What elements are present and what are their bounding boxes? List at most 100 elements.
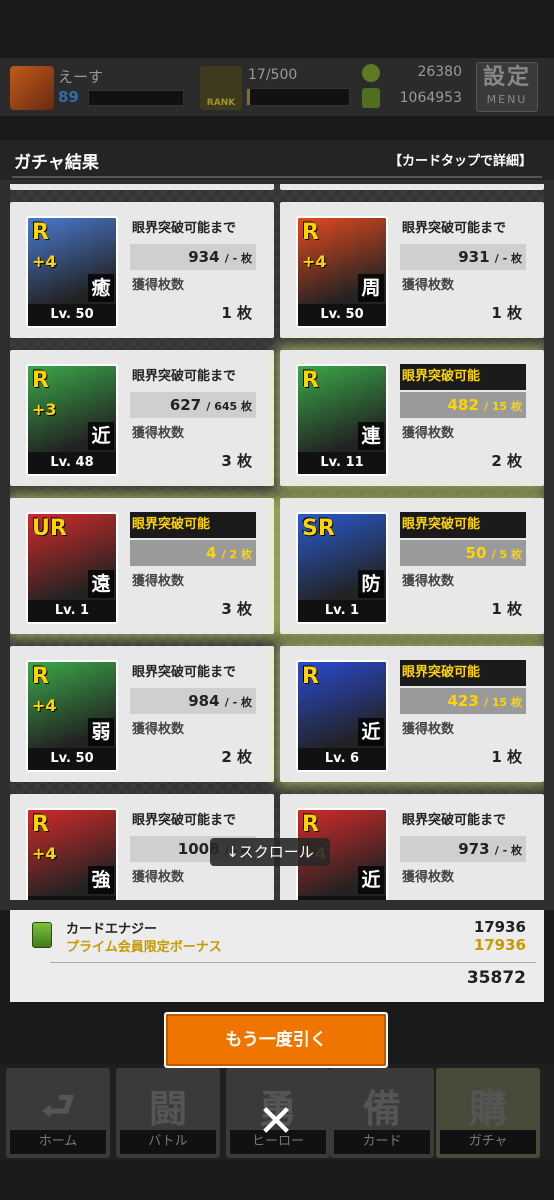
type-badge: 近 [358, 866, 384, 894]
panel-hint: 【カードタップで詳細】 [388, 154, 532, 169]
rank-progress-bar [246, 88, 350, 106]
nav-label: バトル [120, 1130, 216, 1154]
type-badge: 連 [358, 422, 384, 450]
limit-break-label: 眼界突破可能 [130, 512, 256, 538]
menu-kanji: 設定 [482, 65, 531, 90]
progress-limit: / - 枚 [494, 844, 522, 857]
type-badge: 周 [358, 274, 384, 302]
rarity-badge: R [302, 220, 319, 245]
nav-item[interactable]: 闘バトル [116, 1068, 220, 1158]
obtained-count: 1 枚 [491, 600, 522, 618]
card-level [298, 896, 386, 900]
limit-break-progress: 423 / 15 枚 [400, 688, 526, 714]
rarity-badge: R [32, 220, 49, 245]
avatar[interactable] [10, 66, 54, 110]
result-card[interactable]: R +4 癒 Lv. 50 眼界突破可能まで 934 / - 枚獲得枚数 1 枚 [10, 202, 274, 338]
type-badge: 防 [358, 570, 384, 598]
card-level: Lv. 50 [28, 304, 116, 326]
exp-bar [88, 90, 184, 106]
nav-icon: 闘 [148, 1087, 187, 1131]
draw-again-button[interactable]: もう一度引く [164, 1012, 388, 1068]
result-card[interactable]: SR 防 Lv. 1 眼界突破可能 50 / 5 枚獲得枚数 1 枚 [280, 498, 544, 634]
limit-break-progress: 934 / - 枚 [130, 244, 256, 270]
progress-value: 931 [458, 248, 490, 266]
result-card[interactable]: R 連 Lv. 11 眼界突破可能 482 / 15 枚獲得枚数 2 枚 [280, 350, 544, 486]
rank-label: RANK [206, 98, 236, 108]
type-badge: 弱 [88, 718, 114, 746]
nav-icon: 備 [362, 1087, 401, 1131]
nav-label: カード [334, 1130, 430, 1154]
menu-button[interactable]: 設定 MENU [476, 62, 538, 112]
obtained-label: 獲得枚数 [132, 574, 185, 589]
rarity-badge: UR [32, 516, 67, 541]
type-badge: 近 [358, 718, 384, 746]
plus-badge: +4 [32, 252, 57, 271]
panel-header: ガチャ結果 【カードタップで詳細】 [0, 140, 554, 180]
limit-break-progress: 482 / 15 枚 [400, 392, 526, 418]
card-art: UR 遠 Lv. 1 [26, 512, 118, 624]
obtained-label: 獲得枚数 [132, 870, 185, 885]
obtained-label: 獲得枚数 [402, 574, 455, 589]
result-card[interactable]: UR 遠 Lv. 1 眼界突破可能 4 / 2 枚獲得枚数 3 枚 [10, 498, 274, 634]
card-art: R 近 Lv. 6 [296, 660, 388, 772]
progress-limit: / - 枚 [224, 696, 252, 709]
card-level [28, 896, 116, 900]
limit-break-progress: 627 / 645 枚 [130, 392, 256, 418]
result-card[interactable] [10, 184, 274, 190]
progress-limit: / 645 枚 [206, 400, 252, 413]
card-level: Lv. 1 [298, 600, 386, 622]
obtained-label: 獲得枚数 [402, 870, 455, 885]
obtained-count: 1 枚 [221, 304, 252, 322]
result-card[interactable]: R +4 弱 Lv. 50 眼界突破可能まで 984 / - 枚獲得枚数 2 枚 [10, 646, 274, 782]
progress-limit: / 5 枚 [491, 548, 522, 561]
type-badge: 強 [88, 866, 114, 894]
rarity-badge: R [302, 664, 319, 689]
result-card[interactable]: R 近 Lv. 6 眼界突破可能 423 / 15 枚獲得枚数 1 枚 [280, 646, 544, 782]
divider [12, 176, 542, 178]
progress-value: 934 [188, 248, 220, 266]
progress-value: 50 [465, 544, 487, 562]
progress-limit: / 2 枚 [221, 548, 252, 561]
obtained-label: 獲得枚数 [402, 278, 455, 293]
limit-break-label: 眼界突破可能まで [132, 813, 237, 828]
result-card[interactable] [280, 184, 544, 190]
progress-value: 973 [458, 840, 490, 858]
progress-value: 627 [169, 396, 202, 414]
player-name: えーす [58, 68, 104, 86]
nav-label: ホーム [10, 1130, 106, 1154]
card-energy-icon [32, 922, 52, 948]
close-icon[interactable]: ✕ [252, 1098, 300, 1146]
gacha-result-panel: ガチャ結果 【カードタップで詳細】 R +4 癒 Lv. 50 眼界突破可能まで 934 … [0, 140, 554, 910]
rank-progress-fill [247, 89, 251, 105]
menu-label: MENU [486, 93, 528, 106]
nav-item[interactable]: 備カード [330, 1068, 434, 1158]
limit-break-label: 眼界突破可能まで [402, 813, 507, 828]
obtained-label: 獲得枚数 [132, 722, 185, 737]
nav-item[interactable]: 購ガチャ [436, 1068, 540, 1158]
progress-limit: / - 枚 [494, 252, 522, 265]
progress-limit: / - 枚 [224, 252, 252, 265]
nav-item[interactable]: ⮐ ホーム [6, 1068, 110, 1158]
limit-break-progress: 4 / 2 枚 [130, 540, 256, 566]
rank-count: 17/500 [248, 67, 298, 83]
limit-break-label: 眼界突破可能まで [402, 221, 507, 236]
rank-icon: RANK [200, 66, 242, 110]
card-level: Lv. 50 [28, 748, 116, 770]
obtained-count: 3 枚 [221, 452, 252, 470]
nav-label: ガチャ [440, 1130, 536, 1154]
obtained-label: 獲得枚数 [402, 426, 455, 441]
obtained-count: 2 枚 [221, 748, 252, 766]
limit-break-label: 眼界突破可能まで [132, 221, 237, 236]
limit-break-progress: 973 / - 枚 [400, 836, 526, 862]
obtained-count: 1 枚 [491, 304, 522, 322]
limit-break-label: 眼界突破可能 [400, 660, 526, 686]
progress-value: 984 [188, 692, 220, 710]
card-grid[interactable]: R +4 癒 Lv. 50 眼界突破可能まで 934 / - 枚獲得枚数 1 枚 R +4 周 Lv… [10, 184, 544, 900]
limit-break-label: 眼界突破可能まで [132, 665, 237, 680]
result-card[interactable]: R +4 周 Lv. 50 眼界突破可能まで 931 / - 枚獲得枚数 1 枚 [280, 202, 544, 338]
plus-badge: +4 [32, 844, 57, 863]
card-art: R +4 弱 Lv. 50 [26, 660, 118, 772]
rarity-badge: R [32, 664, 49, 689]
energy-count: 1064953 [399, 90, 462, 106]
result-card[interactable]: R +3 近 Lv. 48 眼界突破可能まで 627 / 645 枚獲得枚数 3 枚 [10, 350, 274, 486]
